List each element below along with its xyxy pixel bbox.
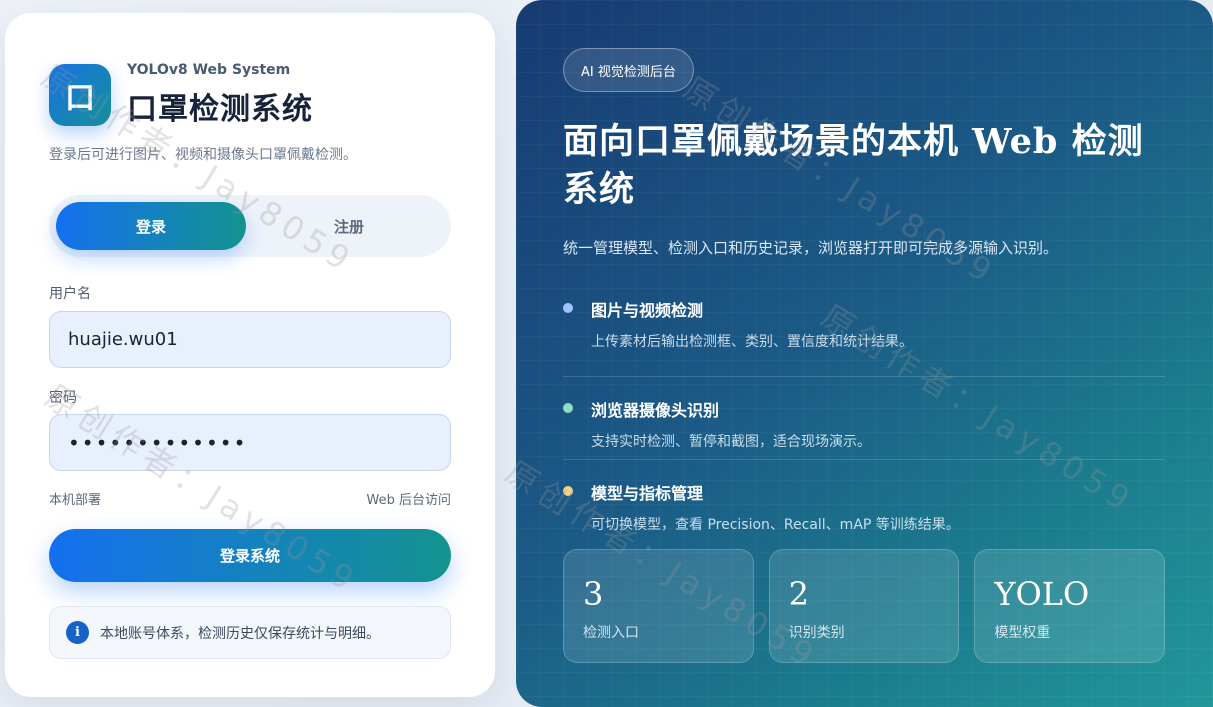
- stat-value: 2: [788, 575, 810, 613]
- stat-value: YOLO: [994, 575, 1090, 613]
- access-mode-text: Web 后台访问: [366, 493, 451, 508]
- feature-title: 浏览器摄像头识别: [591, 401, 720, 420]
- stat-label: 模型权重: [994, 625, 1051, 641]
- list-item: 模型与指标管理 可切换模型，查看 Precision、Recall、mAP 等训…: [563, 459, 1165, 542]
- username-input[interactable]: [49, 311, 451, 368]
- feature-dot-icon: [563, 303, 573, 313]
- brand-subtitle: YOLOv8 Web System: [127, 62, 291, 78]
- auth-tabs: 登录 注册: [49, 195, 451, 257]
- password-label: 密码: [49, 390, 77, 406]
- page-title: 口罩检测系统: [127, 92, 313, 127]
- hero-description: 统一管理模型、检测入口和历史记录，浏览器打开即可完成多源输入识别。: [563, 239, 1059, 257]
- tab-login[interactable]: 登录: [56, 202, 246, 250]
- info-notice: i 本地账号体系，检测历史仅保存统计与明细。: [49, 606, 451, 659]
- stat-card-weights: YOLO 模型权重: [974, 549, 1166, 663]
- password-input[interactable]: [49, 414, 451, 471]
- feature-title: 模型与指标管理: [591, 484, 704, 503]
- list-item: 图片与视频检测 上传素材后输出检测框、类别、置信度和统计结果。: [563, 293, 1165, 376]
- brand-description: 登录后可进行图片、视频和摄像头口罩佩戴检测。: [49, 147, 357, 163]
- login-page: 口 YOLOv8 Web System 口罩检测系统 登录后可进行图片、视频和摄…: [0, 0, 1213, 707]
- list-item: 浏览器摄像头识别 支持实时检测、暂停和截图，适合现场演示。: [563, 376, 1165, 459]
- notice-text: 本地账号体系，检测历史仅保存统计与明细。: [100, 625, 380, 642]
- stat-label: 识别类别: [788, 625, 845, 641]
- stat-card-entries: 3 检测入口: [563, 549, 754, 663]
- feature-title: 图片与视频检测: [591, 301, 704, 320]
- meta-row: 本机部署 Web 后台访问: [49, 489, 451, 508]
- brand: 口 YOLOv8 Web System 口罩检测系统: [49, 62, 313, 128]
- feature-dot-icon: [563, 486, 573, 496]
- feature-list: 图片与视频检测 上传素材后输出检测框、类别、置信度和统计结果。 浏览器摄像头识别…: [563, 293, 1165, 542]
- username-label: 用户名: [49, 286, 91, 302]
- stat-value: 3: [583, 575, 604, 613]
- login-card: 口 YOLOv8 Web System 口罩检测系统 登录后可进行图片、视频和摄…: [5, 13, 495, 697]
- login-submit-button[interactable]: 登录系统: [49, 529, 451, 582]
- stat-cards: 3 检测入口 2 识别类别 YOLO 模型权重: [563, 549, 1166, 663]
- feature-description: 支持实时检测、暂停和截图，适合现场演示。: [591, 434, 871, 450]
- info-icon: i: [66, 621, 89, 644]
- stat-card-classes: 2 识别类别: [768, 549, 960, 663]
- deploy-mode-text: 本机部署: [49, 493, 102, 508]
- hero-title: 面向口罩佩戴场景的本机 Web 检测系统: [563, 121, 1144, 210]
- feature-dot-icon: [563, 403, 573, 413]
- stat-label: 检测入口: [583, 625, 639, 641]
- hero-badge: AI 视觉检测后台: [563, 48, 694, 92]
- feature-description: 上传素材后输出检测框、类别、置信度和统计结果。: [591, 334, 913, 350]
- mask-logo-icon: 口: [49, 64, 111, 126]
- hero-panel: AI 视觉检测后台 面向口罩佩戴场景的本机 Web 检测系统 统一管理模型、检测…: [516, 0, 1213, 707]
- brand-text: YOLOv8 Web System 口罩检测系统: [127, 62, 313, 128]
- feature-description: 可切换模型，查看 Precision、Recall、mAP 等训练结果。: [591, 517, 960, 533]
- tab-register[interactable]: 注册: [254, 202, 444, 250]
